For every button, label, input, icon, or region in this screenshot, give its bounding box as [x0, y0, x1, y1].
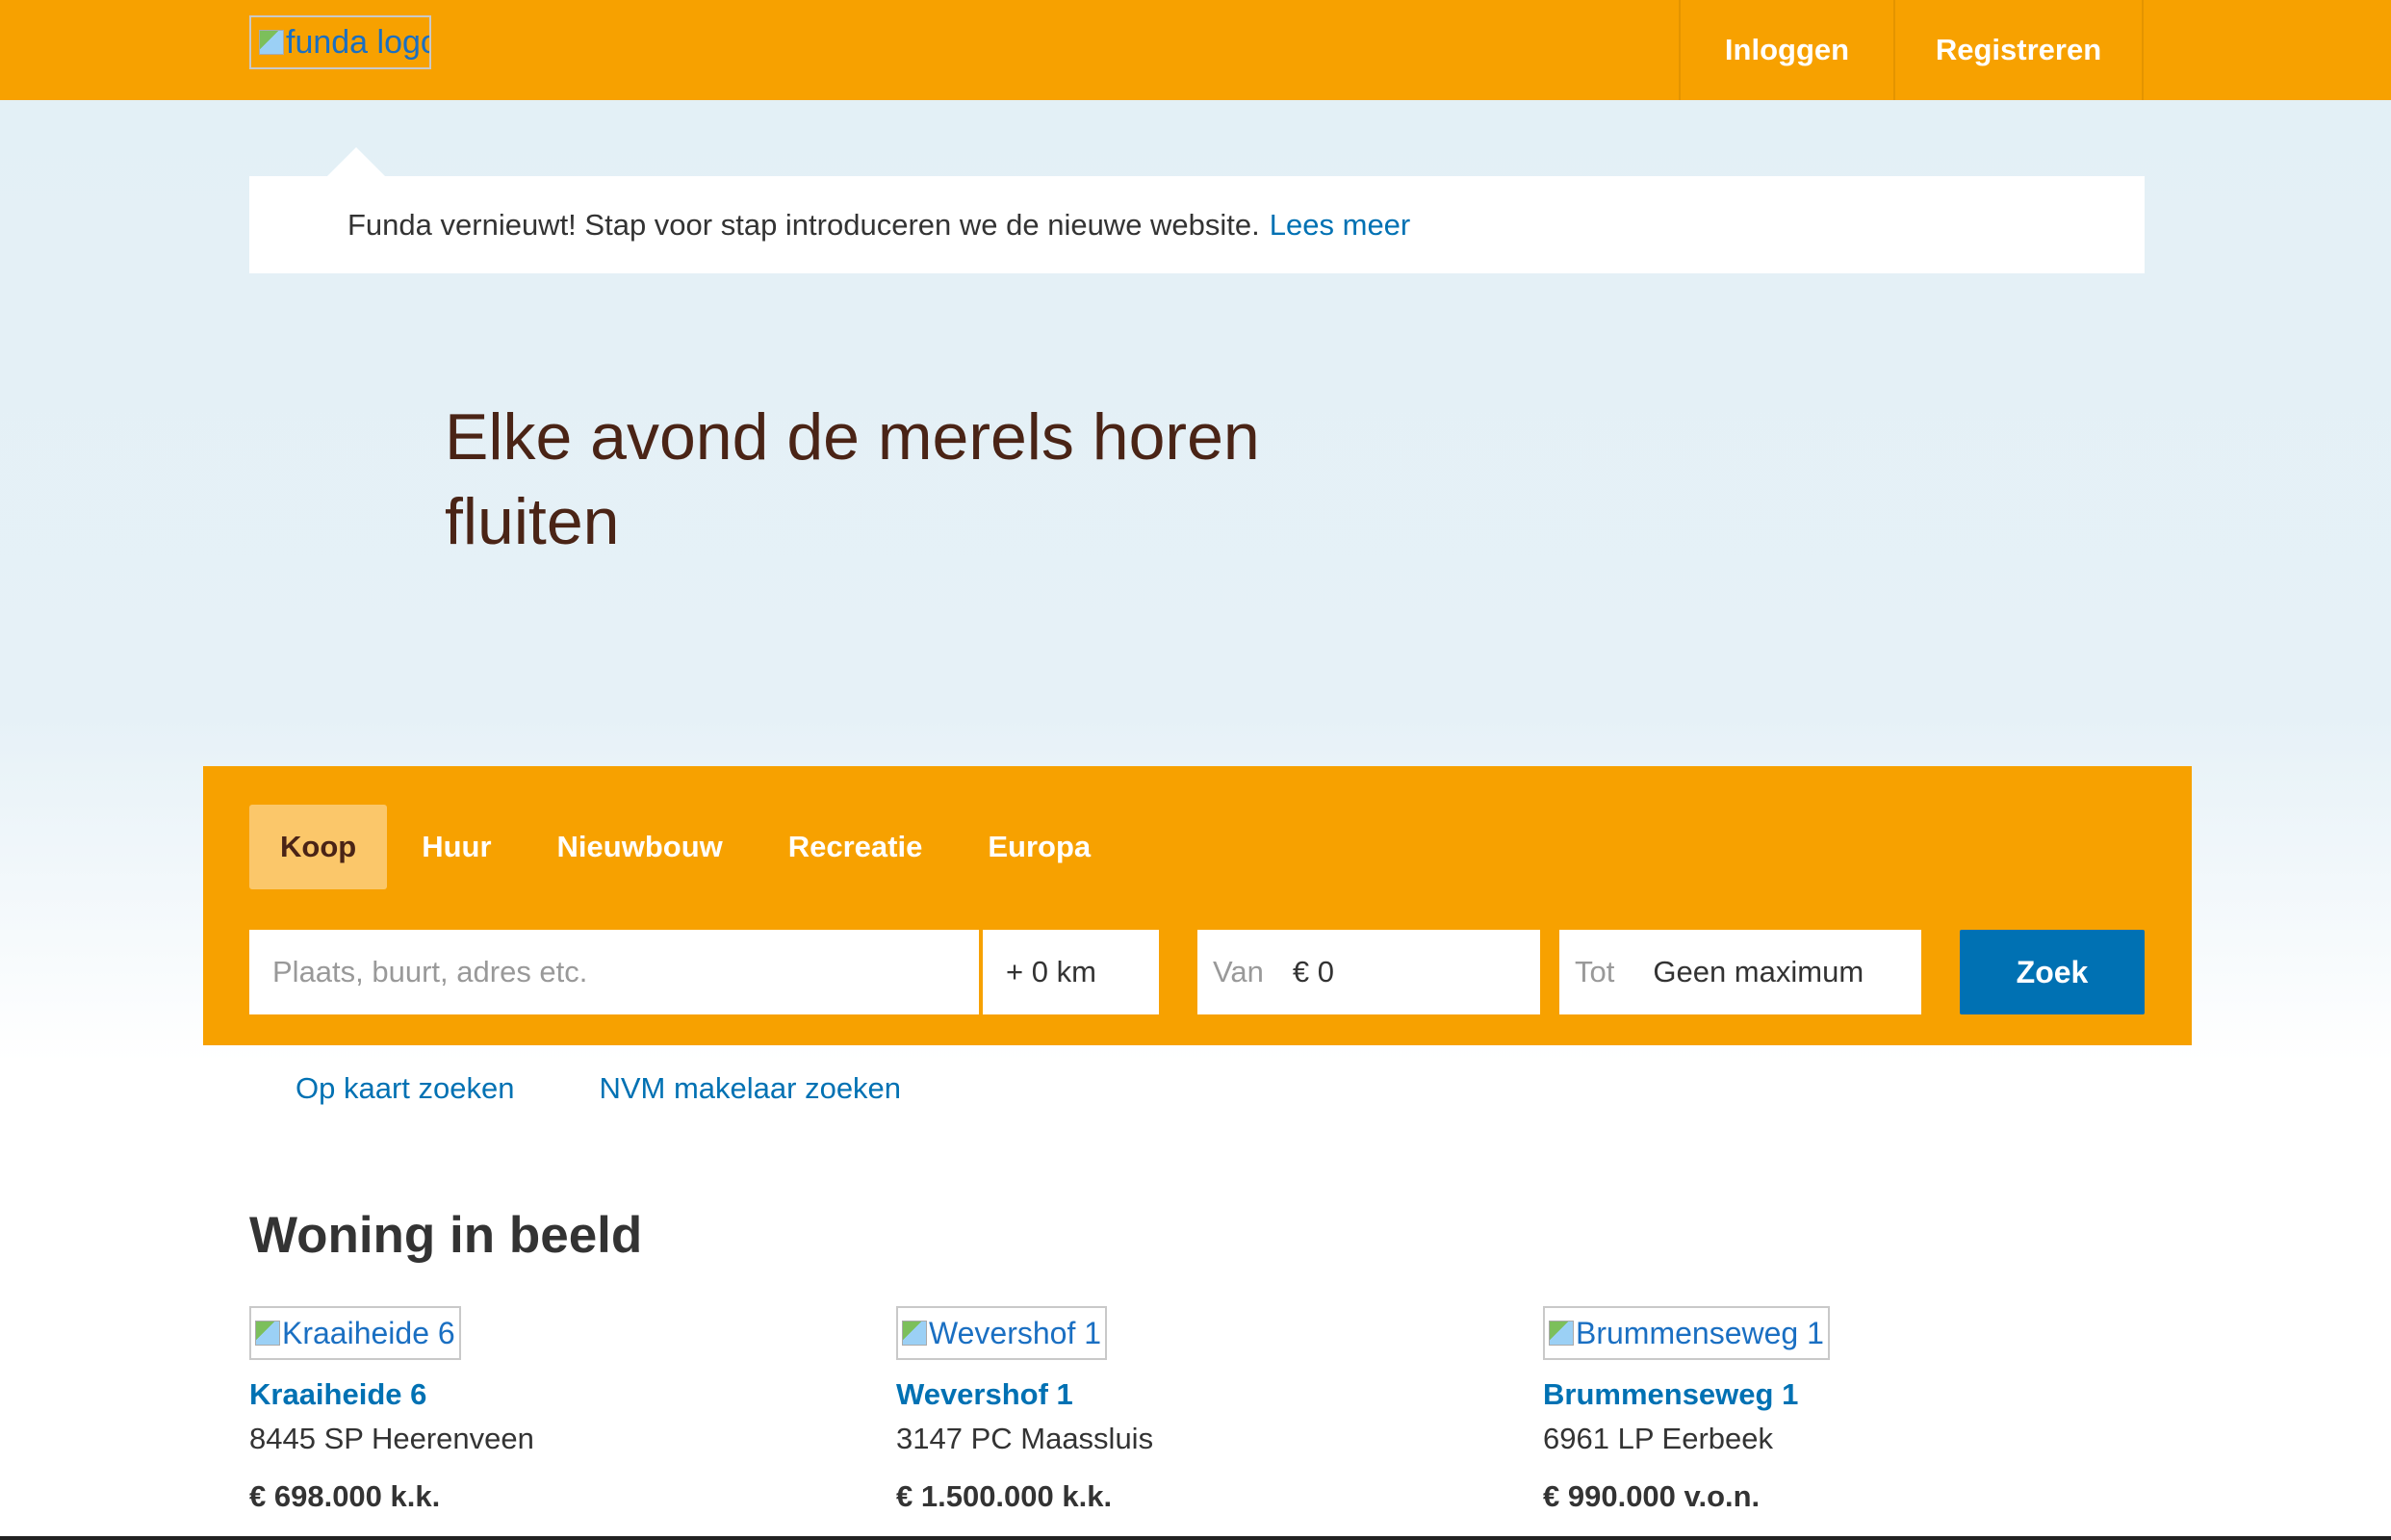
property-name-link[interactable]: Brummenseweg 1: [1543, 1377, 2121, 1412]
tab-nieuwbouw[interactable]: Nieuwbouw: [527, 805, 754, 889]
featured-card: Kraaiheide 6 Kraaiheide 6 8445 SP Heeren…: [249, 1306, 827, 1514]
map-search-link[interactable]: Op kaart zoeken: [296, 1071, 514, 1106]
tab-recreatie[interactable]: Recreatie: [758, 805, 954, 889]
announcement-banner: Funda vernieuwt! Stap voor stap introduc…: [249, 176, 2145, 273]
search-panel: Koop Huur Nieuwbouw Recreatie Europa + 0…: [203, 766, 2192, 1045]
page: funda logo Inloggen Registreren Funda ve…: [0, 0, 2391, 1540]
announcement-text: Funda vernieuwt! Stap voor stap introduc…: [347, 207, 1260, 242]
notice-pointer: [327, 147, 385, 176]
property-address: 8445 SP Heerenveen: [249, 1422, 534, 1455]
property-price: € 1.500.000 k.k.: [896, 1479, 1113, 1513]
hero-title: Elke avond de merels horen fluiten: [445, 400, 1260, 558]
min-price-select[interactable]: Van € 0: [1197, 930, 1540, 1014]
logo-alt-text: funda logo: [286, 23, 431, 61]
register-link[interactable]: Registreren: [1893, 0, 2144, 100]
max-price-label: Tot: [1575, 955, 1615, 988]
funda-logo[interactable]: funda logo: [249, 15, 431, 69]
image-alt-text: Brummenseweg 1: [1576, 1315, 1824, 1350]
site-header: funda logo Inloggen Registreren: [0, 0, 2391, 100]
min-price-label: Van: [1213, 955, 1264, 988]
image-alt-text: Wevershof 1: [929, 1315, 1102, 1350]
max-price-value: Geen maximum: [1653, 955, 1864, 988]
property-name-link[interactable]: Wevershof 1: [896, 1377, 1474, 1412]
property-address: 3147 PC Maassluis: [896, 1422, 1154, 1455]
property-price: € 698.000 k.k.: [249, 1479, 441, 1513]
read-more-link[interactable]: Lees meer: [1270, 208, 1410, 243]
tab-koop[interactable]: Koop: [249, 805, 388, 889]
property-name-link[interactable]: Kraaiheide 6: [249, 1377, 827, 1412]
search-tabs: Koop Huur Nieuwbouw Recreatie Europa: [249, 805, 1121, 889]
property-image[interactable]: Brummenseweg 1: [1543, 1306, 1830, 1360]
radius-value: + 0 km: [1006, 955, 1096, 988]
login-link[interactable]: Inloggen: [1679, 0, 1893, 100]
tab-europa[interactable]: Europa: [957, 805, 1121, 889]
location-search-input[interactable]: [272, 955, 979, 989]
nvm-agent-search-link[interactable]: NVM makelaar zoeken: [599, 1071, 901, 1106]
featured-section-title: Woning in beeld: [249, 1207, 643, 1264]
property-price: € 990.000 v.o.n.: [1543, 1479, 1761, 1513]
location-field: [249, 930, 981, 1014]
broken-image-icon: [255, 1321, 280, 1346]
broken-image-icon: [1549, 1321, 1574, 1346]
search-button[interactable]: Zoek: [1960, 930, 2145, 1014]
min-price-value: € 0: [1292, 955, 1334, 988]
max-price-select[interactable]: Tot Geen maximum: [1559, 930, 1921, 1014]
featured-card: Brummenseweg 1 Brummenseweg 1 6961 LP Ee…: [1543, 1306, 2121, 1514]
property-image[interactable]: Kraaiheide 6: [249, 1306, 461, 1360]
tab-huur[interactable]: Huur: [391, 805, 522, 889]
secondary-search-links: Op kaart zoeken NVM makelaar zoeken: [296, 1071, 901, 1106]
broken-image-icon: [902, 1321, 927, 1346]
image-alt-text: Kraaiheide 6: [282, 1315, 455, 1350]
broken-image-icon: [259, 30, 284, 55]
radius-select[interactable]: + 0 km: [983, 930, 1159, 1014]
property-address: 6961 LP Eerbeek: [1543, 1422, 1774, 1455]
featured-card: Wevershof 1 Wevershof 1 3147 PC Maasslui…: [896, 1306, 1474, 1514]
property-image[interactable]: Wevershof 1: [896, 1306, 1108, 1360]
window-bottom-edge: [0, 1536, 2391, 1540]
